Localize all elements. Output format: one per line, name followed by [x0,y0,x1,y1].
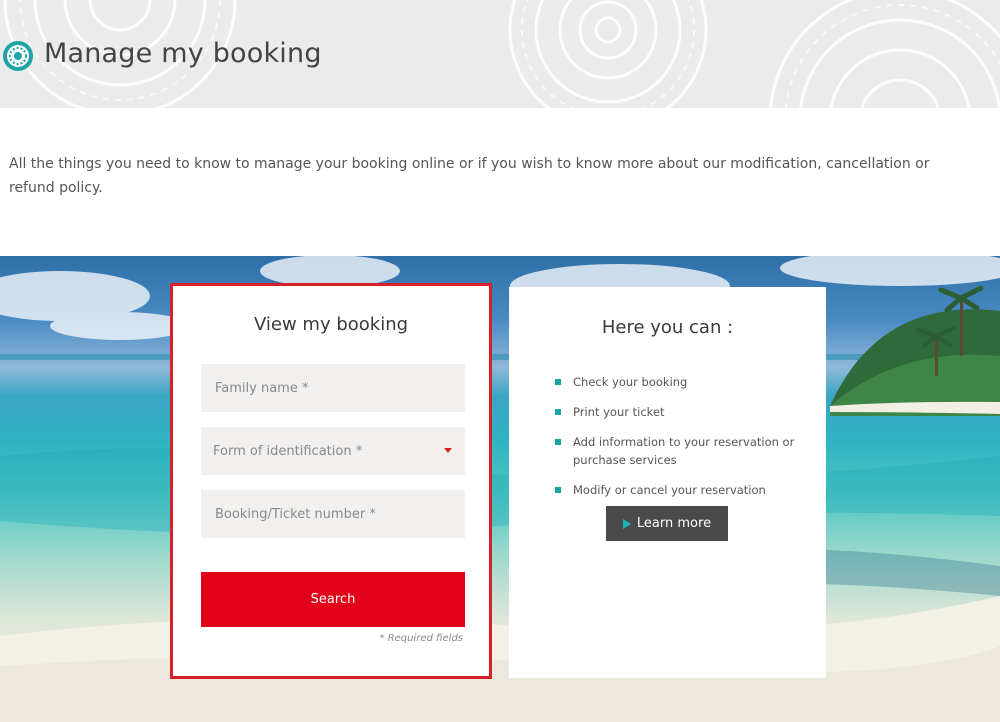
page-title: Manage my booking [44,38,322,69]
square-bullet-icon [555,439,561,445]
square-bullet-icon [555,409,561,415]
hero-beach-background [0,256,1000,722]
ticket-number-field[interactable] [201,490,465,538]
play-icon [622,518,631,529]
square-bullet-icon [555,487,561,493]
learn-more-label: Learn more [636,516,712,531]
list-item: Modify or cancel your reservation [555,481,805,499]
view-booking-card: View my booking Form of identification *… [170,283,492,679]
list-item: Add information to your reservation or p… [555,433,805,469]
identification-select-label: Form of identification * [213,443,363,459]
view-booking-title: View my booking [253,314,409,335]
list-item-label: Print your ticket [573,405,665,419]
identification-select[interactable]: Form of identification * [201,427,465,475]
beach-scenery [0,256,1000,722]
list-item-label: Modify or cancel your reservation [573,483,766,497]
ticket-number-input[interactable] [213,505,457,523]
required-fields-note: * Required fields [379,633,463,644]
list-item: Print your ticket [555,403,805,421]
intro-text: All the things you need to know to manag… [9,156,930,196]
list-item-label: Check your booking [573,375,688,389]
search-button[interactable]: Search [201,572,465,627]
family-name-field[interactable] [201,364,465,412]
page-header: Manage my booking [0,0,1000,108]
feature-list: Check your booking Print your ticket Add… [555,373,805,511]
family-name-input[interactable] [213,379,457,397]
learn-more-button[interactable]: Learn more [606,506,728,541]
here-you-can-card: Here you can : Check your booking Print … [509,287,826,678]
here-you-can-title: Here you can : [601,317,734,338]
sun-medallion-icon [3,41,33,71]
list-item: Check your booking [555,373,805,391]
list-item-label: Add information to your reservation or p… [573,435,795,467]
caret-down-icon[interactable] [444,448,452,453]
square-bullet-icon [555,379,561,385]
